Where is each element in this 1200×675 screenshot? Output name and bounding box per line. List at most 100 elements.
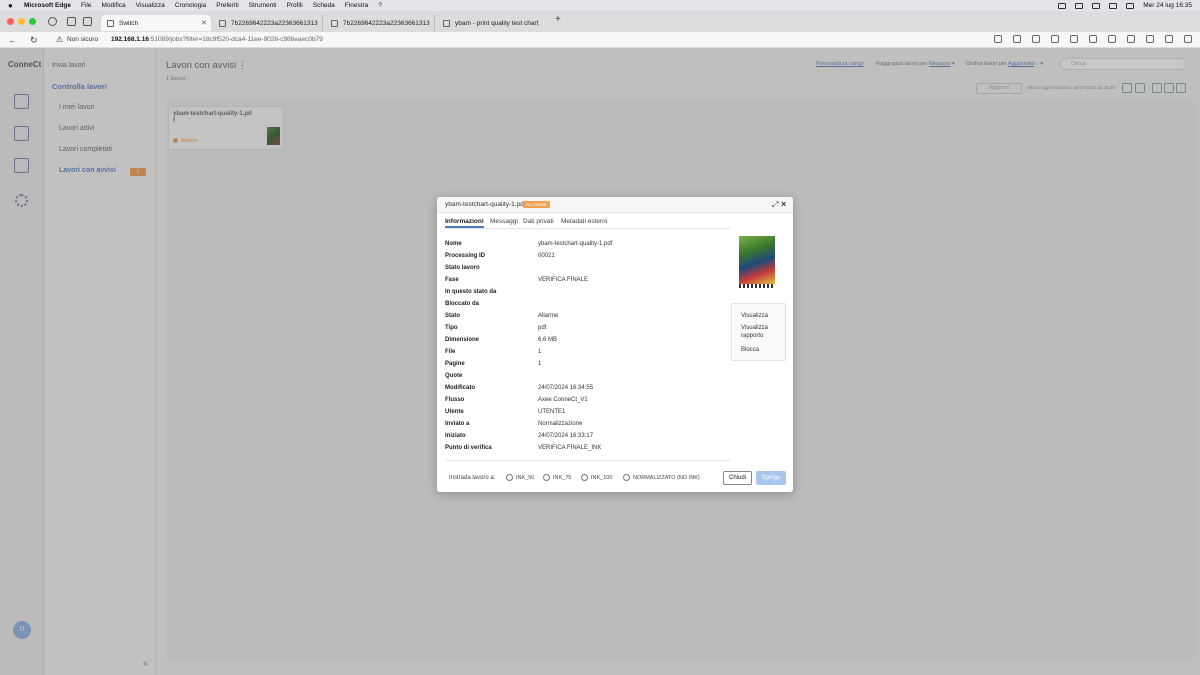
info-value: Allarme <box>538 313 559 319</box>
minimize-window-button[interactable] <box>18 18 25 25</box>
info-row: Pagine 1 <box>445 359 725 371</box>
close-window-button[interactable] <box>7 18 14 25</box>
tab-2[interactable]: 7b2269642223a22363661313 <box>213 15 323 31</box>
profile-avatar-icon[interactable] <box>1146 35 1154 43</box>
info-value: 1 <box>538 361 542 367</box>
collections-icon[interactable] <box>1108 35 1116 43</box>
expand-icon[interactable]: ⤢ <box>772 200 778 210</box>
status-badge: ALLARME <box>523 201 551 208</box>
workspaces-icon[interactable] <box>67 17 76 26</box>
route-radio-ink50[interactable]: INK_50 <box>506 474 534 481</box>
menu-preferiti[interactable]: Preferiti <box>216 2 238 9</box>
battery-icon[interactable] <box>1075 2 1084 9</box>
tab-informazioni[interactable]: Informazioni <box>445 218 484 228</box>
info-value: 6.6 MB <box>538 337 558 343</box>
route-radio-ink100[interactable]: INK_100 <box>581 474 612 481</box>
info-value: ybam-testchart-quality-1.pdf <box>538 241 613 247</box>
tab-label: 7b2269642223a22363661313 <box>231 19 318 27</box>
menu-cronologia[interactable]: Cronologia <box>175 2 206 9</box>
radio-label: INK_75 <box>553 474 572 481</box>
radio-circle-icon <box>543 474 550 481</box>
close-tab-icon[interactable]: ✕ <box>201 19 207 27</box>
extension-icon[interactable] <box>1051 35 1059 43</box>
tab-label: 7b2269642223a22363661313 <box>343 19 430 27</box>
more-icon[interactable] <box>1165 35 1173 43</box>
profile-icon[interactable] <box>48 17 57 26</box>
tab-favicon-icon <box>107 19 114 27</box>
menu-strumenti[interactable]: Strumenti <box>249 2 277 9</box>
reload-icon[interactable]: ↻ <box>30 34 38 46</box>
control-center-icon[interactable] <box>1126 2 1135 9</box>
close-button[interactable]: Chiudi <box>723 471 752 485</box>
push-button[interactable]: Spinge <box>756 471 786 485</box>
close-icon[interactable]: × <box>781 199 786 209</box>
clock[interactable]: Mer 24 lug 16:35 <box>1143 2 1192 9</box>
view-report-action[interactable]: Visualizza rapporto <box>741 324 781 340</box>
tab-4[interactable]: ybam - print quality test chart <box>437 15 547 31</box>
info-row: Stato lavoro <box>445 263 725 275</box>
info-row: Tipo pdf <box>445 323 725 335</box>
url-path: :51089/jobs?filter=18c9f520-dca4-11ee-90… <box>148 36 323 43</box>
warning-icon[interactable]: ⚠ <box>56 35 63 45</box>
url-host: 192.168.1.16 <box>111 36 149 43</box>
read-aloud-icon[interactable] <box>1013 35 1021 43</box>
info-value: 24/07/2024 16:34:55 <box>538 385 594 391</box>
zoom-window-button[interactable] <box>29 18 36 25</box>
radio-circle-icon <box>506 474 513 481</box>
menu-profili[interactable]: Profili <box>286 2 302 9</box>
split-screen-icon[interactable] <box>1070 35 1078 43</box>
menu-modifica[interactable]: Modifica <box>101 2 125 9</box>
menu-scheda[interactable]: Scheda <box>313 2 335 9</box>
job-preview-thumbnail[interactable] <box>739 236 775 284</box>
radio-circle-icon <box>581 474 588 481</box>
dialog-title: ybam-testchart-quality-1.pdf <box>445 201 526 208</box>
info-row: Quote <box>445 371 725 383</box>
tab-favicon-icon <box>219 19 226 27</box>
search-icon[interactable] <box>1109 2 1118 9</box>
tab-metadati-esterni[interactable]: Metadati esterni <box>561 218 607 225</box>
status-icon[interactable] <box>1058 2 1067 9</box>
url-field[interactable]: 192.168.1.16:51089/jobs?filter=18c9f520-… <box>111 36 323 43</box>
tab-actions-icon[interactable] <box>83 17 92 26</box>
browser-tabbar: Switch ✕ 7b2269642223a22363661313 7b2269… <box>0 11 1200 32</box>
info-row: Utente UTENTE1 <box>445 407 725 419</box>
route-radio-normalized[interactable]: NORMALIZZATO (NO INK) <box>623 474 700 481</box>
info-key: Utente <box>445 409 464 415</box>
info-row: Processing ID 00021 <box>445 251 725 263</box>
menu-finestra[interactable]: Finestra <box>345 2 368 9</box>
security-label[interactable]: Non sicuro <box>67 36 98 43</box>
apple-icon[interactable]: ● <box>8 1 16 10</box>
favorites-icon[interactable] <box>1089 35 1097 43</box>
menu-help[interactable]: ? <box>378 2 382 9</box>
tab-switch[interactable]: Switch ✕ <box>101 15 211 31</box>
radio-label: INK_100 <box>591 474 613 481</box>
info-value: VERIFICA FINALE <box>538 277 589 283</box>
menu-visualizza[interactable]: Visualizza <box>136 2 165 9</box>
route-radio-ink75[interactable]: INK_75 <box>543 474 571 481</box>
lock-action[interactable]: Blocca <box>741 346 759 354</box>
info-value: Axee ConneCt_V1 <box>538 397 588 403</box>
info-value: 24/07/2024 16:33:17 <box>538 433 594 439</box>
back-icon[interactable]: ← <box>8 34 17 46</box>
info-key: Punto di verifica <box>445 445 492 451</box>
tab-messaggi[interactable]: Messaggi <box>490 218 518 225</box>
view-action[interactable]: Visualizza <box>741 312 768 320</box>
copilot-icon[interactable] <box>1184 35 1192 43</box>
favorite-star-icon[interactable] <box>1032 35 1040 43</box>
menu-file[interactable]: File <box>81 2 91 9</box>
menu-app[interactable]: Microsoft Edge <box>24 2 71 9</box>
info-key: Fase <box>445 277 459 283</box>
dialog-header: ybam-testchart-quality-1.pdf ALLARME ⤢ × <box>437 197 793 213</box>
key-icon[interactable] <box>994 35 1002 43</box>
tab-favicon-icon <box>331 19 338 27</box>
radio-label: INK_50 <box>516 474 535 481</box>
vpn-icon[interactable] <box>1127 35 1135 43</box>
tab-dati-privati[interactable]: Dati privati <box>523 218 554 225</box>
info-key: Modificato <box>445 385 475 391</box>
new-tab-button[interactable]: + <box>555 15 561 25</box>
tab-3[interactable]: 7b2269642223a22363661313 <box>325 15 435 31</box>
info-row: Fase VERIFICA FINALE <box>445 275 725 287</box>
wifi-icon[interactable] <box>1092 2 1101 9</box>
info-key: Iniziato <box>445 433 466 439</box>
window-controls <box>7 18 36 25</box>
